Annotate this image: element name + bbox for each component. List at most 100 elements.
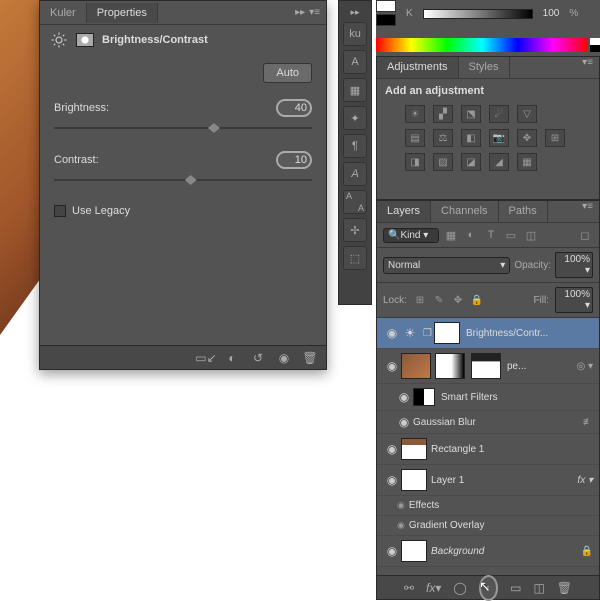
fill-input[interactable]: 100% ▾ (555, 287, 593, 313)
adj-lut-icon[interactable]: ⊞ (545, 129, 565, 147)
layer-name[interactable]: Rectangle 1 (431, 444, 593, 455)
visibility-icon[interactable]: ◉ (395, 415, 413, 429)
filter-pixel-icon[interactable]: ▦ (443, 227, 459, 243)
adj-gradient-icon[interactable]: ◢ (489, 153, 509, 171)
smart-filters-row[interactable]: ◉ Smart Filters (377, 384, 599, 411)
layer-thumb[interactable] (401, 469, 427, 491)
adj-hue-icon[interactable]: ▤ (405, 129, 425, 147)
auto-button[interactable]: Auto (263, 63, 312, 83)
legacy-checkbox[interactable] (54, 205, 66, 217)
adj-exposure-icon[interactable]: ☄ (489, 105, 509, 123)
lock-pixels-icon[interactable]: ✎ (432, 293, 446, 307)
effects-row[interactable]: ◉ Effects (377, 496, 599, 516)
link-layers-icon[interactable]: ⚯ (404, 581, 414, 595)
ramp-bw-swatches[interactable] (590, 38, 600, 52)
adj-invert-icon[interactable]: ◨ (405, 153, 425, 171)
panel-menu-icon[interactable]: ▾≡ (582, 57, 593, 78)
filter-shape-icon[interactable]: ▭ (503, 227, 519, 243)
k-slider[interactable] (423, 9, 533, 19)
dock-history-icon[interactable]: ⬚ (343, 246, 367, 270)
filter-name[interactable]: Gaussian Blur (413, 417, 583, 428)
collapse-icon[interactable]: ▸▸ (295, 7, 305, 18)
adj-posterize-icon[interactable]: ▨ (433, 153, 453, 171)
delete-icon[interactable]: 🗑 (557, 581, 572, 595)
contrast-slider[interactable] (54, 175, 312, 185)
tab-properties[interactable]: Properties (87, 3, 158, 23)
visibility-icon[interactable]: ◉ (383, 326, 401, 340)
new-layer-icon[interactable]: ◫ (533, 581, 544, 595)
k-value[interactable]: 100 (543, 8, 560, 19)
mask-thumb[interactable] (76, 33, 94, 47)
link-icon[interactable]: ❐ (423, 328, 432, 339)
fx-icon[interactable]: fx▾ (426, 581, 441, 595)
filter-mask-thumb[interactable] (413, 388, 435, 406)
tab-channels[interactable]: Channels (431, 201, 498, 222)
layer-thumb[interactable] (401, 353, 431, 379)
layer-name[interactable]: pe... (507, 361, 576, 372)
layer-layer1[interactable]: ◉ Layer 1 fx ▾ (377, 465, 599, 496)
dock-char-icon[interactable]: A (343, 50, 367, 74)
layer-mask[interactable] (434, 322, 460, 344)
view-prev-icon[interactable]: ◐ (224, 351, 240, 365)
tab-styles[interactable]: Styles (459, 57, 510, 78)
hue-ramp[interactable] (376, 38, 588, 52)
brightness-slider[interactable] (54, 123, 312, 133)
visibility-icon[interactable]: ◉ (397, 520, 405, 531)
kind-select[interactable]: 🔍Kind ▾ (383, 228, 439, 243)
panel-menu-icon[interactable]: ▾≡ (309, 7, 320, 18)
visibility-icon[interactable]: ◉ (397, 500, 405, 511)
layer-rectangle[interactable]: ◉ Rectangle 1 (377, 434, 599, 465)
visibility-icon[interactable]: ◉ (383, 544, 401, 558)
clip-icon[interactable]: ▭↙ (198, 351, 214, 365)
effect-name[interactable]: Gradient Overlay (409, 520, 593, 531)
adj-photo-icon[interactable]: 📷 (489, 129, 509, 147)
adj-curves-icon[interactable]: ⬔ (461, 105, 481, 123)
visibility-icon[interactable]: ◉ (383, 359, 401, 373)
filter-options-icon[interactable]: ≢ (583, 417, 593, 428)
dock-type-icon[interactable]: A (343, 162, 367, 186)
layer-mask[interactable] (435, 353, 465, 379)
visibility-icon[interactable]: ◉ (395, 390, 413, 404)
adj-bw-icon[interactable]: ◧ (461, 129, 481, 147)
gradient-overlay-row[interactable]: ◉ Gradient Overlay (377, 516, 599, 536)
adj-brightness-icon[interactable]: ☀ (405, 105, 425, 123)
foreground-swatch[interactable] (376, 0, 396, 12)
adj-levels-icon[interactable]: ▞ (433, 105, 453, 123)
dock-glyphs-icon[interactable]: AA (343, 190, 367, 214)
dock-collapse-icon[interactable]: ▸▸ (350, 7, 359, 18)
layer-filter-mask[interactable] (471, 353, 501, 379)
legacy-checkbox-row[interactable]: Use Legacy (54, 205, 312, 217)
layer-name[interactable]: Background (431, 546, 581, 557)
blend-mode-select[interactable]: Normal ▾ (383, 257, 510, 274)
layer-name[interactable]: Brightness/Contr... (466, 328, 593, 339)
brightness-input[interactable] (276, 99, 312, 117)
fx-badge[interactable]: fx ▾ (577, 475, 593, 486)
adj-selective-icon[interactable]: ▦ (517, 153, 537, 171)
gaussian-blur-row[interactable]: ◉ Gaussian Blur ≢ (377, 411, 599, 434)
layer-thumb[interactable] (401, 540, 427, 562)
lock-all-icon[interactable]: 🔒 (470, 293, 484, 307)
adj-threshold-icon[interactable]: ◪ (461, 153, 481, 171)
mask-icon[interactable]: ◯ (453, 581, 466, 595)
dock-paragraph-icon[interactable]: ¶ (343, 134, 367, 158)
contrast-input[interactable] (276, 151, 312, 169)
dock-brush-icon[interactable]: ✦ (343, 106, 367, 130)
dock-styles-icon[interactable]: ✢ (343, 218, 367, 242)
visibility-icon[interactable]: ◉ (276, 351, 292, 365)
adj-balance-icon[interactable]: ⚖ (433, 129, 453, 147)
layer-background[interactable]: ◉ Background 🔒 (377, 536, 599, 567)
lock-transparent-icon[interactable]: ⊞ (413, 293, 427, 307)
reset-icon[interactable]: ↺ (250, 351, 266, 365)
visibility-icon[interactable]: ◉ (383, 442, 401, 456)
tab-layers[interactable]: Layers (377, 201, 431, 222)
filter-adjust-icon[interactable]: ◐ (463, 227, 479, 243)
tab-kuler[interactable]: Kuler (40, 3, 87, 23)
layer-brightness-contrast[interactable]: ◉ ☀ ❐ Brightness/Contr... (377, 318, 599, 349)
layer-thumb[interactable] (401, 438, 427, 460)
new-adjustment-icon[interactable]: ◐ (479, 575, 498, 601)
adj-vibrance-icon[interactable]: ▽ (517, 105, 537, 123)
tab-paths[interactable]: Paths (499, 201, 548, 222)
opacity-input[interactable]: 100% ▾ (555, 252, 593, 278)
panel-menu-icon[interactable]: ▾≡ (582, 201, 593, 222)
lock-position-icon[interactable]: ✥ (451, 293, 465, 307)
